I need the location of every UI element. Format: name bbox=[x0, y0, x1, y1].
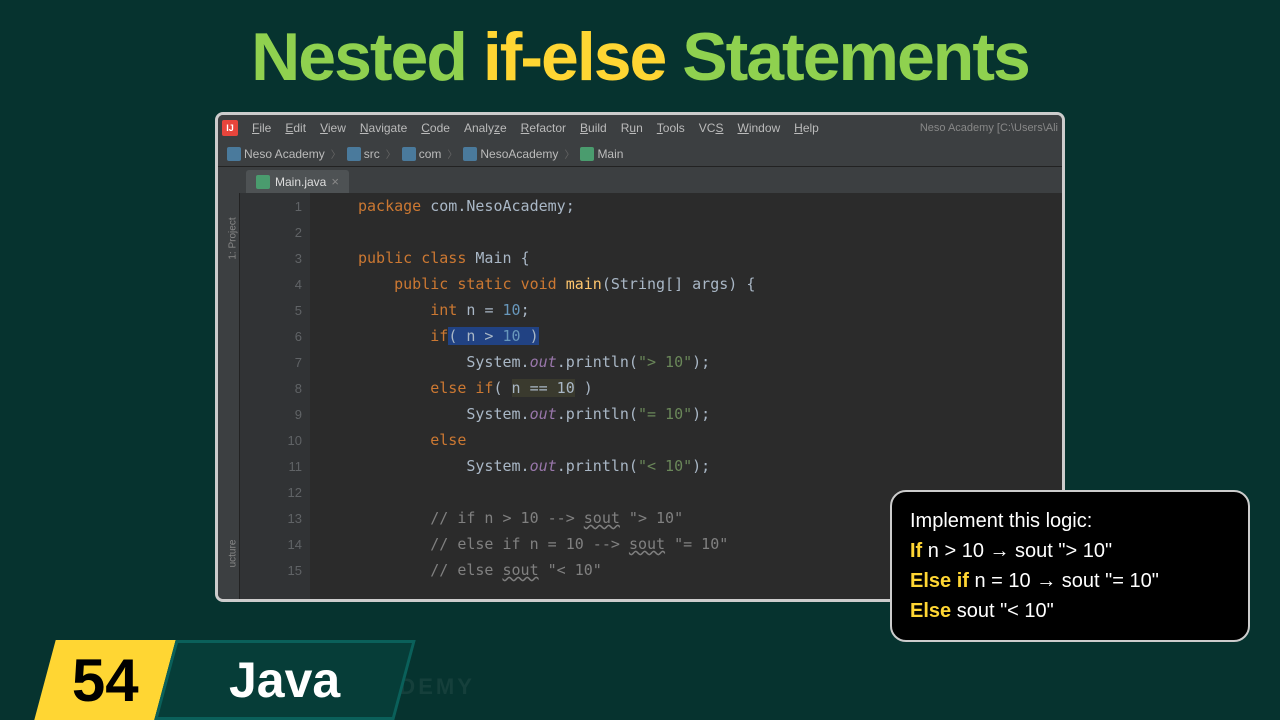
tab-label: Main.java bbox=[275, 175, 326, 189]
menu-view[interactable]: View bbox=[314, 119, 352, 137]
title-accent: if-else bbox=[483, 19, 666, 95]
line-number: 8 bbox=[240, 375, 310, 401]
code-line: public static void main(String[] args) { bbox=[358, 271, 1062, 297]
code-line: if( n > 10 ) bbox=[358, 323, 1062, 349]
footer: 54 Java bbox=[0, 640, 1280, 720]
package-icon bbox=[463, 147, 477, 161]
title-pre: Nested bbox=[251, 19, 483, 95]
logic-hint-box: Implement this logic: If n > 10 → sout "… bbox=[890, 490, 1250, 642]
menu-help[interactable]: Help bbox=[788, 119, 825, 137]
menu-analyze[interactable]: Analyze bbox=[458, 119, 513, 137]
code-line: System.out.println("< 10"); bbox=[358, 453, 1062, 479]
menu-edit[interactable]: Edit bbox=[279, 119, 312, 137]
code-line: System.out.println("= 10"); bbox=[358, 401, 1062, 427]
title-post: Statements bbox=[665, 19, 1028, 95]
breadcrumb-src[interactable]: src bbox=[344, 147, 383, 161]
breadcrumb-project[interactable]: Neso Academy bbox=[224, 147, 328, 161]
hint-row: Else if n = 10 → sout "= 10" bbox=[910, 566, 1230, 596]
folder-icon bbox=[347, 147, 361, 161]
menu-tools[interactable]: Tools bbox=[651, 119, 691, 137]
language-label-box: Java bbox=[154, 640, 415, 720]
tool-window-bar: 1: Project ucture bbox=[218, 193, 240, 599]
breadcrumb-bar: Neso Academy〉 src〉 com〉 NesoAcademy〉 Mai… bbox=[218, 141, 1062, 167]
line-number: 9 bbox=[240, 401, 310, 427]
menu-refactor[interactable]: Refactor bbox=[515, 119, 572, 137]
line-number: 14 bbox=[240, 531, 310, 557]
hint-row: If n > 10 → sout "> 10" bbox=[910, 536, 1230, 566]
line-number: 15 bbox=[240, 557, 310, 583]
episode-number-box: 54 bbox=[34, 640, 175, 720]
code-line bbox=[358, 219, 1062, 245]
line-number: 2 bbox=[240, 219, 310, 245]
line-number: 5 bbox=[240, 297, 310, 323]
line-number: 4▶ bbox=[240, 271, 310, 297]
line-number: 10 bbox=[240, 427, 310, 453]
menu-window[interactable]: Window bbox=[731, 119, 786, 137]
class-icon bbox=[256, 175, 270, 189]
window-title-path: Neso Academy [C:\Users\Ali bbox=[920, 122, 1058, 134]
package-icon bbox=[402, 147, 416, 161]
line-number: 7 bbox=[240, 349, 310, 375]
menu-run[interactable]: Run bbox=[615, 119, 649, 137]
line-number: 13 bbox=[240, 505, 310, 531]
hint-title: Implement this logic: bbox=[910, 506, 1230, 536]
menu-navigate[interactable]: Navigate bbox=[354, 119, 413, 137]
menu-build[interactable]: Build bbox=[574, 119, 613, 137]
line-number: 6💡 bbox=[240, 323, 310, 349]
editor-tab-main[interactable]: Main.java × bbox=[246, 170, 349, 193]
line-number: 12 bbox=[240, 479, 310, 505]
line-number: 11 bbox=[240, 453, 310, 479]
breadcrumb-com[interactable]: com bbox=[399, 147, 445, 161]
breadcrumb-pkg[interactable]: NesoAcademy bbox=[460, 147, 561, 161]
intellij-logo-icon: IJ bbox=[222, 120, 238, 136]
breadcrumb-class[interactable]: Main bbox=[577, 147, 626, 161]
close-tab-icon[interactable]: × bbox=[331, 174, 339, 189]
line-number: 1 bbox=[240, 193, 310, 219]
menu-bar: IJ File Edit View Navigate Code Analyze … bbox=[218, 115, 1062, 141]
menu-code[interactable]: Code bbox=[415, 119, 456, 137]
code-line: package com.NesoAcademy; bbox=[358, 193, 1062, 219]
structure-tool-button[interactable]: ucture bbox=[228, 529, 239, 579]
editor-gutter: 1 2 3▶ 4▶ 5 6💡 7 8 9 10 11 12 13 14 15 bbox=[240, 193, 310, 599]
menu-file[interactable]: File bbox=[246, 119, 277, 137]
code-line: System.out.println("> 10"); bbox=[358, 349, 1062, 375]
page-title: Nested if-else Statements bbox=[0, 18, 1280, 96]
code-line: public class Main { bbox=[358, 245, 1062, 271]
line-number: 3▶ bbox=[240, 245, 310, 271]
code-line: else bbox=[358, 427, 1062, 453]
project-tool-button[interactable]: 1: Project bbox=[228, 214, 239, 264]
hint-row: Else sout "< 10" bbox=[910, 596, 1230, 626]
folder-icon bbox=[227, 147, 241, 161]
class-icon bbox=[580, 147, 594, 161]
code-line: else if( n == 10 ) bbox=[358, 375, 1062, 401]
editor-tab-bar: Main.java × bbox=[218, 167, 1062, 193]
menu-vcs[interactable]: VCS bbox=[693, 119, 730, 137]
code-line: int n = 10; bbox=[358, 297, 1062, 323]
